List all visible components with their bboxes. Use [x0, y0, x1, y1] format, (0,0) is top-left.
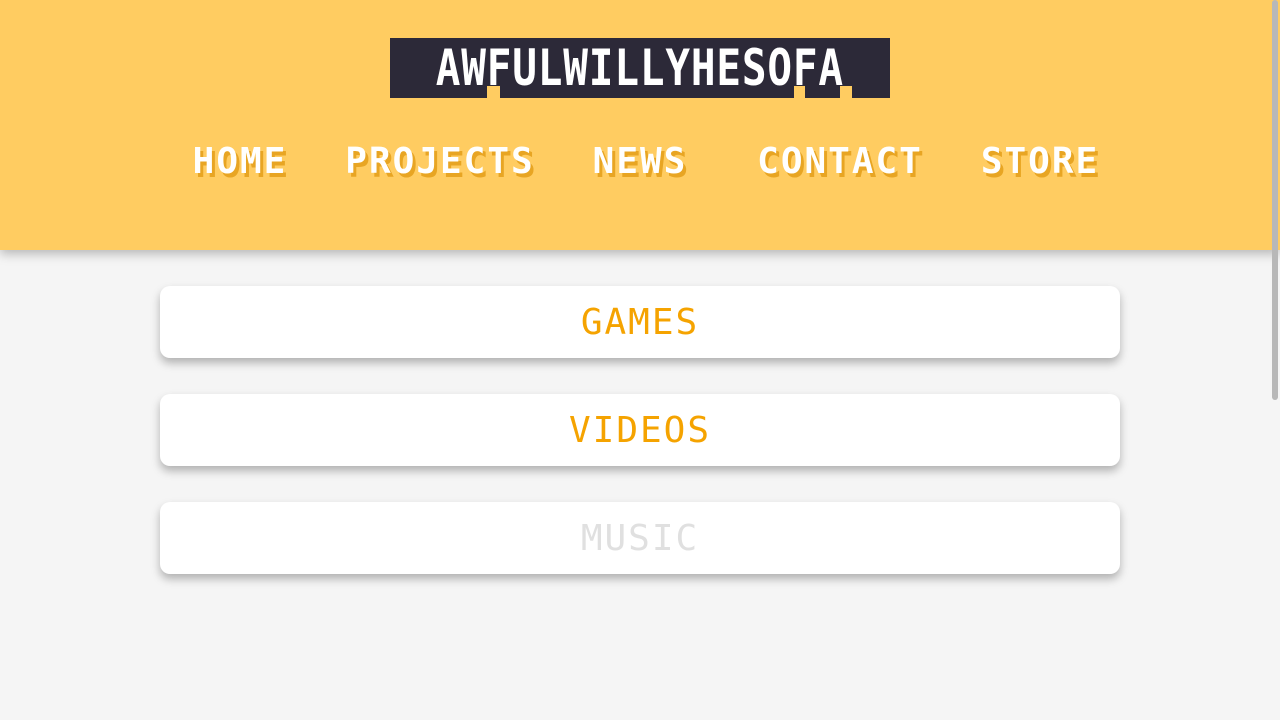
site-header: AWFULWILLYHESOFA HOME PROJECTS NEWS CONT… — [0, 0, 1280, 250]
logo-notch — [487, 86, 500, 98]
logo-notch — [794, 86, 805, 98]
nav-contact-label: CONTACT — [757, 140, 923, 182]
section-card-label: MUSIC — [580, 517, 700, 559]
main-content: GAMES VIDEOS MUSIC — [0, 250, 1280, 720]
nav-news-label: NEWS — [592, 140, 688, 182]
section-card-music[interactable]: MUSIC — [160, 502, 1120, 574]
page-scrollbar[interactable] — [1270, 0, 1280, 720]
site-logo[interactable]: AWFULWILLYHESOFA — [390, 38, 890, 98]
nav-home[interactable]: HOME — [185, 138, 295, 184]
section-card-label: VIDEOS — [568, 409, 712, 451]
logo-notch — [840, 86, 852, 98]
nav-news[interactable]: NEWS — [585, 138, 695, 184]
section-card-videos[interactable]: VIDEOS — [160, 394, 1120, 466]
scrollbar-thumb[interactable] — [1272, 0, 1278, 400]
section-card-games[interactable]: GAMES — [160, 286, 1120, 358]
section-card-label: GAMES — [580, 301, 700, 343]
nav-store[interactable]: STORE — [979, 138, 1101, 184]
nav-home-label: HOME — [192, 140, 288, 182]
nav-contact[interactable]: CONTACT — [756, 138, 924, 184]
nav-store-label: STORE — [980, 140, 1100, 182]
nav-projects[interactable]: PROJECTS — [344, 138, 536, 184]
nav-projects-label: PROJECTS — [345, 140, 535, 182]
